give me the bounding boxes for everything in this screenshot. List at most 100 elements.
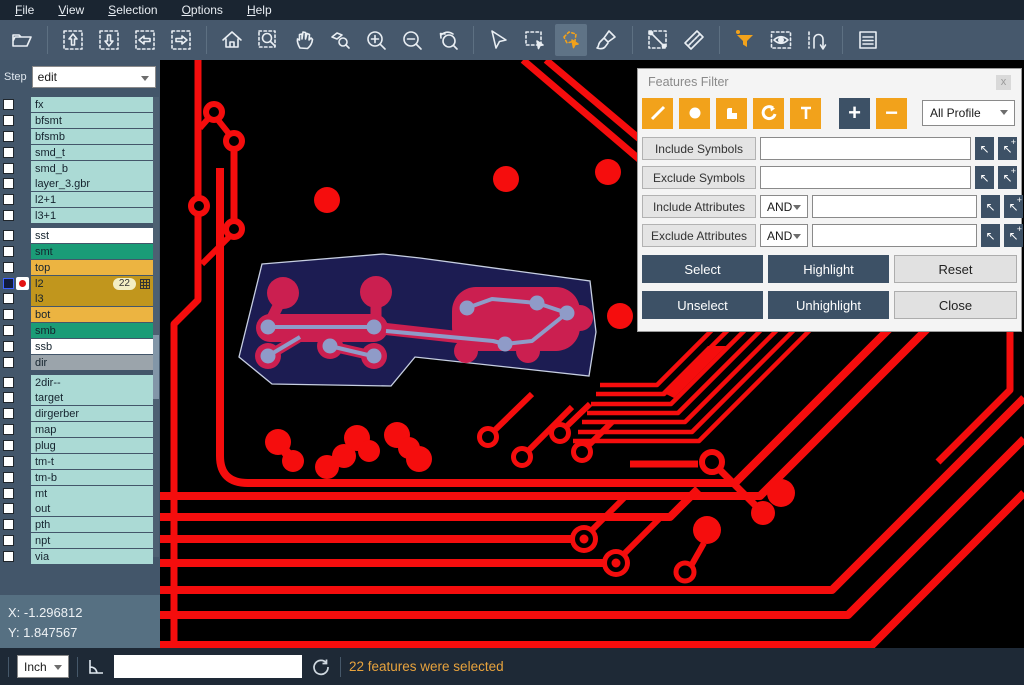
layer-row[interactable]: plug — [0, 438, 160, 454]
include-symbols-input[interactable] — [760, 137, 971, 160]
layer-row[interactable]: bfsmb — [0, 129, 160, 145]
layer-checkbox[interactable] — [3, 262, 14, 273]
clear-brush-button[interactable] — [591, 24, 623, 56]
pick-symbol-button[interactable]: ↖ — [975, 137, 994, 160]
layer-row[interactable]: out — [0, 501, 160, 517]
polygon-select-button[interactable] — [555, 24, 587, 56]
layer-checkbox[interactable] — [3, 278, 14, 289]
menu-file[interactable]: File — [4, 1, 45, 19]
layer-checkbox[interactable] — [3, 392, 14, 403]
pick-add-attribute-button[interactable]: ↖+ — [1004, 224, 1023, 247]
pick-attribute-button[interactable]: ↖ — [981, 195, 1000, 218]
unhighlight-button[interactable]: Unhighlight — [768, 291, 889, 319]
layer-row[interactable]: mt — [0, 485, 160, 501]
exclude-attributes-operator[interactable]: AND — [760, 224, 808, 247]
layer-row[interactable]: npt — [0, 533, 160, 549]
layer-row[interactable]: top — [0, 259, 160, 275]
layer-checkbox[interactable] — [3, 163, 14, 174]
layer-checkbox[interactable] — [3, 147, 14, 158]
measure-line-button[interactable] — [642, 24, 674, 56]
layer-checkbox[interactable] — [3, 178, 14, 189]
active-layer-indicator[interactable] — [16, 277, 29, 290]
exclude-symbols-button[interactable]: Exclude Symbols — [642, 166, 756, 189]
dialog-titlebar[interactable]: Features Filter x — [638, 69, 1021, 95]
layer-checkbox[interactable] — [3, 309, 14, 320]
zoom-out-button[interactable] — [396, 24, 428, 56]
add-filter-button[interactable]: + — [839, 98, 870, 129]
line-feature-button[interactable] — [642, 98, 673, 129]
scrollbar-thumb[interactable] — [153, 335, 159, 399]
pan-down-button[interactable] — [93, 24, 125, 56]
layer-checkbox[interactable] — [3, 440, 14, 451]
layer-checkbox[interactable] — [3, 424, 14, 435]
menu-help[interactable]: Help — [236, 1, 283, 19]
exclude-attributes-button[interactable]: Exclude Attributes — [642, 224, 756, 247]
close-button[interactable]: Close — [894, 291, 1017, 319]
pan-up-button[interactable] — [57, 24, 89, 56]
home-view-button[interactable] — [216, 24, 248, 56]
zoom-object-button[interactable] — [324, 24, 356, 56]
layer-list-scrollbar[interactable] — [153, 97, 159, 557]
layer-checkbox[interactable] — [3, 503, 14, 514]
command-input[interactable] — [114, 655, 302, 678]
layer-checkbox[interactable] — [3, 519, 14, 530]
exclude-attributes-input[interactable] — [812, 224, 977, 247]
layer-row[interactable]: smd_b — [0, 160, 160, 176]
layer-checkbox[interactable] — [3, 246, 14, 257]
close-icon[interactable]: x — [996, 75, 1011, 90]
zoom-in-button[interactable] — [360, 24, 392, 56]
layer-checkbox[interactable] — [3, 535, 14, 546]
remove-filter-button[interactable]: − — [876, 98, 907, 129]
rect-select-button[interactable] — [519, 24, 551, 56]
layer-row[interactable]: bot — [0, 307, 160, 323]
layer-row[interactable]: smd_t — [0, 145, 160, 161]
text-feature-button[interactable] — [790, 98, 821, 129]
layer-row[interactable]: bfsmt — [0, 113, 160, 129]
layer-checkbox[interactable] — [3, 99, 14, 110]
menu-view[interactable]: View — [47, 1, 95, 19]
profile-select[interactable]: All Profile — [922, 100, 1015, 126]
layer-checkbox[interactable] — [3, 341, 14, 352]
include-attributes-input[interactable] — [812, 195, 977, 218]
layer-row[interactable]: via — [0, 549, 160, 565]
layer-row[interactable]: target — [0, 390, 160, 406]
layer-row[interactable]: l2+1 — [0, 192, 160, 208]
include-attributes-button[interactable]: Include Attributes — [642, 195, 756, 218]
layer-checkbox[interactable] — [3, 210, 14, 221]
pan-hand-button[interactable] — [288, 24, 320, 56]
layer-row[interactable]: fx — [0, 97, 160, 113]
layer-row[interactable]: map — [0, 422, 160, 438]
pick-symbol-button[interactable]: ↖ — [975, 166, 994, 189]
select-pointer-button[interactable] — [483, 24, 515, 56]
unselect-button[interactable]: Unselect — [642, 291, 763, 319]
layer-row[interactable]: ssb — [0, 339, 160, 355]
pick-attribute-button[interactable]: ↖ — [981, 224, 1000, 247]
include-attributes-operator[interactable]: AND — [760, 195, 808, 218]
layer-row[interactable]: dir — [0, 355, 160, 371]
menu-selection[interactable]: Selection — [97, 1, 168, 19]
layer-row[interactable]: 2dir-- — [0, 374, 160, 390]
layer-checkbox[interactable] — [3, 131, 14, 142]
layer-checkbox[interactable] — [3, 488, 14, 499]
pan-left-button[interactable] — [129, 24, 161, 56]
layer-checkbox[interactable] — [3, 194, 14, 205]
layer-row[interactable]: pth — [0, 517, 160, 533]
exclude-symbols-input[interactable] — [760, 166, 971, 189]
surface-feature-button[interactable] — [716, 98, 747, 129]
pick-add-symbol-button[interactable]: ↖+ — [998, 166, 1017, 189]
layer-checkbox[interactable] — [3, 551, 14, 562]
reset-button[interactable]: Reset — [894, 255, 1017, 283]
layer-checkbox[interactable] — [3, 325, 14, 336]
pan-right-button[interactable] — [165, 24, 197, 56]
layer-row[interactable]: sst — [0, 228, 160, 244]
features-filter-button[interactable] — [729, 24, 761, 56]
angle-mode-icon[interactable] — [86, 657, 106, 677]
layer-checkbox[interactable] — [3, 377, 14, 388]
zoom-window-button[interactable] — [252, 24, 284, 56]
select-button[interactable]: Select — [642, 255, 763, 283]
step-select[interactable]: edit — [32, 66, 156, 88]
pick-add-symbol-button[interactable]: ↖+ — [998, 137, 1017, 160]
layer-row[interactable]: smt — [0, 244, 160, 260]
refresh-icon[interactable] — [310, 656, 332, 678]
layer-checkbox[interactable] — [3, 456, 14, 467]
